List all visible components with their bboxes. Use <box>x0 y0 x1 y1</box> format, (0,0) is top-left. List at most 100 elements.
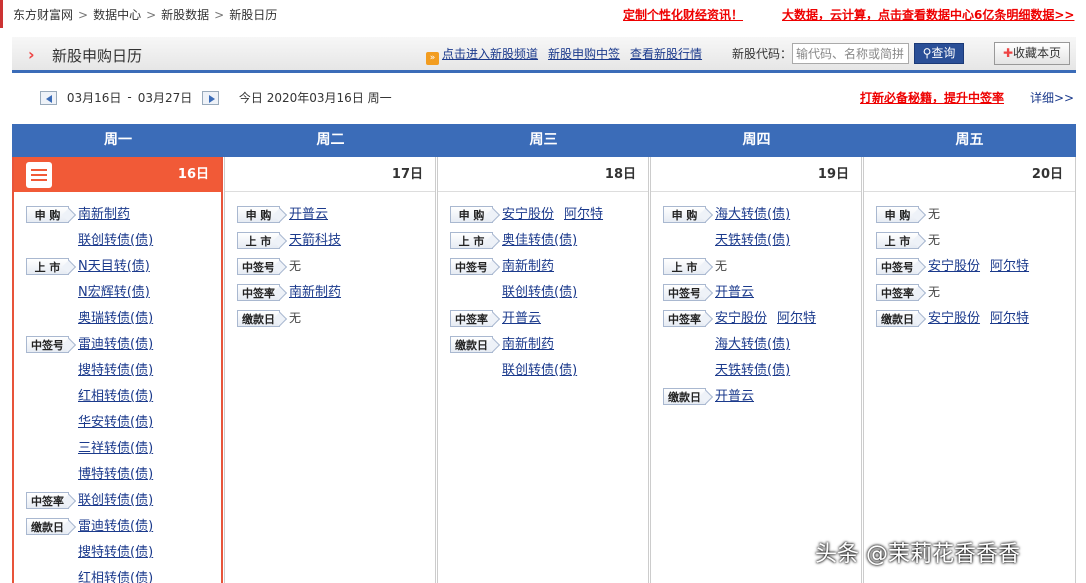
ipo-channel-link[interactable]: 点击进入新股频道 <box>442 47 538 61</box>
stock-link[interactable]: 南新制药 <box>289 285 341 300</box>
event-tag: 申 购 <box>237 206 280 223</box>
stock-link[interactable]: 阿尔特 <box>990 259 1029 274</box>
event-tag: 中签号 <box>876 258 919 275</box>
stock-link[interactable]: 安宁股份 <box>502 207 554 222</box>
breadcrumb-ipo-data[interactable]: 新股数据 <box>161 8 209 22</box>
calendar-row: 博特转债(债) <box>26 461 221 487</box>
event-tag: 中签率 <box>237 284 280 301</box>
stock-link[interactable]: 开普云 <box>715 389 754 404</box>
ipo-quotes-link[interactable]: 查看新股行情 <box>630 47 702 61</box>
stock-link[interactable]: 三祥转债(债) <box>78 441 153 456</box>
stock-link[interactable]: 阿尔特 <box>990 311 1029 326</box>
next-week-button[interactable] <box>202 90 220 105</box>
code-label: 新股代码： <box>732 47 793 61</box>
ipo-tips-link[interactable]: 打新必备秘籍，提升中签率 <box>860 89 1004 106</box>
calendar-row: 申 购南新制药 <box>26 201 221 227</box>
event-tag: 缴款日 <box>237 310 280 327</box>
stock-link[interactable]: 开普云 <box>289 207 328 222</box>
calendar-icon <box>26 162 52 188</box>
breadcrumb-current: 新股日历 <box>229 8 278 22</box>
day-header: 20日 <box>864 157 1075 192</box>
stock-link[interactable]: 奥瑞转债(债) <box>78 311 153 326</box>
page-title: 新股申购日历 <box>52 47 143 65</box>
stock-link[interactable]: 南新制药 <box>78 207 130 222</box>
calendar-row: N宏辉转(债) <box>26 279 221 305</box>
event-tag: 上 市 <box>26 258 69 275</box>
weekday-fri: 周五 <box>955 132 984 148</box>
ipo-winning-link[interactable]: 新股申购中签 <box>548 47 620 61</box>
stock-link[interactable]: 博特转债(债) <box>78 467 153 482</box>
stock-link[interactable]: 海大转债(债) <box>715 207 790 222</box>
stock-link[interactable]: N天目转(债) <box>78 259 150 274</box>
stock-link[interactable]: 雷迪转债(债) <box>78 337 153 352</box>
calendar-row: 红相转债(债) <box>26 383 221 409</box>
calendar-row: 申 购海大转债(债) <box>663 201 861 227</box>
event-tag: 中签号 <box>450 258 493 275</box>
calendar-row: 联创转债(债) <box>26 227 221 253</box>
calendar-header: › 新股申购日历 »点击进入新股频道新股申购中签查看新股行情 新股代码： ⚲查询… <box>12 37 1076 73</box>
stock-link[interactable]: 天铁转债(债) <box>715 233 790 248</box>
favorite-button[interactable]: ✚收藏本页 <box>994 42 1070 65</box>
stock-link[interactable]: 海大转债(债) <box>715 337 790 352</box>
stock-link[interactable]: 安宁股份 <box>715 311 767 326</box>
calendar-row: 中签号 南新制药 <box>450 253 648 279</box>
stock-link[interactable]: 联创转债(债) <box>78 233 153 248</box>
stock-link[interactable]: 南新制药 <box>502 337 554 352</box>
calendar-row: 中签号 安宁股份 阿尔特 <box>876 253 1075 279</box>
stock-link[interactable]: 南新制药 <box>502 259 554 274</box>
stock-link[interactable]: 联创转债(债) <box>502 285 577 300</box>
stock-link[interactable]: 阿尔特 <box>564 207 603 222</box>
query-button[interactable]: ⚲查询 <box>914 43 964 64</box>
calendar-row: 上 市无 <box>876 227 1075 253</box>
favorite-label: 收藏本页 <box>1013 46 1062 60</box>
day-header: 17日 <box>225 157 435 192</box>
week-navigation: 03月16日 -03月27日 今日 2020年03月16日 周一 打新必备秘籍，提… <box>40 89 1080 107</box>
calendar-row: 申 购无 <box>876 201 1075 227</box>
stock-link[interactable]: 联创转债(债) <box>78 493 153 508</box>
event-tag: 上 市 <box>450 232 493 249</box>
breadcrumb-separator: > <box>146 8 157 22</box>
stock-link[interactable]: 联创转债(债) <box>502 363 577 378</box>
prev-week-button[interactable] <box>40 90 57 105</box>
stock-link[interactable]: 天箭科技 <box>289 233 341 248</box>
day-column: 20日申 购无上 市无中签号 安宁股份 阿尔特 中签率无缴款日 安宁股份 阿尔特 <box>863 157 1076 583</box>
big-data-link[interactable]: 大数据，云计算，点击查看数据中心6亿条明细数据>> <box>782 6 1074 23</box>
calendar-row: 搜特转债(债) <box>26 357 221 383</box>
bookmark-icon: ✚ <box>1002 46 1014 60</box>
day-column: 17日申 购开普云上 市天箭科技 中签号无中签率 南新制药 缴款日无 <box>224 157 436 583</box>
stock-link[interactable]: 雷迪转债(债) <box>78 519 153 534</box>
custom-news-link[interactable]: 定制个性化财经资讯！ <box>623 6 743 23</box>
calendar-row: 天铁转债(债) <box>663 227 861 253</box>
stock-link[interactable]: 天铁转债(债) <box>715 363 790 378</box>
ipo-calendar: 周一 周二 周三 周四 周五 16日申 购南新制药 联创转债(债) 上 市 N天目转(… <box>12 124 1076 583</box>
detail-link[interactable]: 详细>> <box>1030 89 1074 106</box>
breadcrumb-data-center[interactable]: 数据中心 <box>93 8 141 22</box>
stock-link[interactable]: 阿尔特 <box>777 311 816 326</box>
stock-link[interactable]: 奥佳转债(债) <box>502 233 577 248</box>
none-text: 无 <box>928 207 941 221</box>
stock-code-input[interactable] <box>792 43 909 64</box>
calendar-row: 中签率 开普云 <box>450 305 648 331</box>
event-tag: 缴款日 <box>663 388 706 405</box>
watermark: 头条 @茉莉花香香香 <box>815 542 1020 567</box>
stock-link[interactable]: 搜特转债(债) <box>78 545 153 560</box>
day-entries: 申 购无上 市无中签号 安宁股份 阿尔特 中签率无缴款日 安宁股份 阿尔特 <box>876 201 1075 331</box>
stock-link[interactable]: 华安转债(债) <box>78 415 153 430</box>
stock-link[interactable]: 开普云 <box>715 285 754 300</box>
stock-link[interactable]: 搜特转债(债) <box>78 363 153 378</box>
double-arrow-icon: » <box>426 52 439 65</box>
event-tag: 申 购 <box>876 206 919 223</box>
stock-link[interactable]: 红相转债(债) <box>78 389 153 404</box>
calendar-row: 天铁转债(债) <box>663 357 861 383</box>
stock-link[interactable]: 开普云 <box>502 311 541 326</box>
stock-link[interactable]: N宏辉转(债) <box>78 285 150 300</box>
event-tag: 缴款日 <box>876 310 919 327</box>
event-tag: 中签号 <box>26 336 69 353</box>
stock-link[interactable]: 安宁股份 <box>928 311 980 326</box>
event-tag: 中签号 <box>237 258 280 275</box>
header-links: » 点击进入新股频道 新股申购中签 查看新股行情 <box>426 45 712 65</box>
stock-link[interactable]: 安宁股份 <box>928 259 980 274</box>
breadcrumb-home[interactable]: 东方财富网 <box>13 8 73 22</box>
stock-link[interactable]: 红相转债(债) <box>78 571 153 583</box>
calendar-row: 中签号 开普云 <box>663 279 861 305</box>
